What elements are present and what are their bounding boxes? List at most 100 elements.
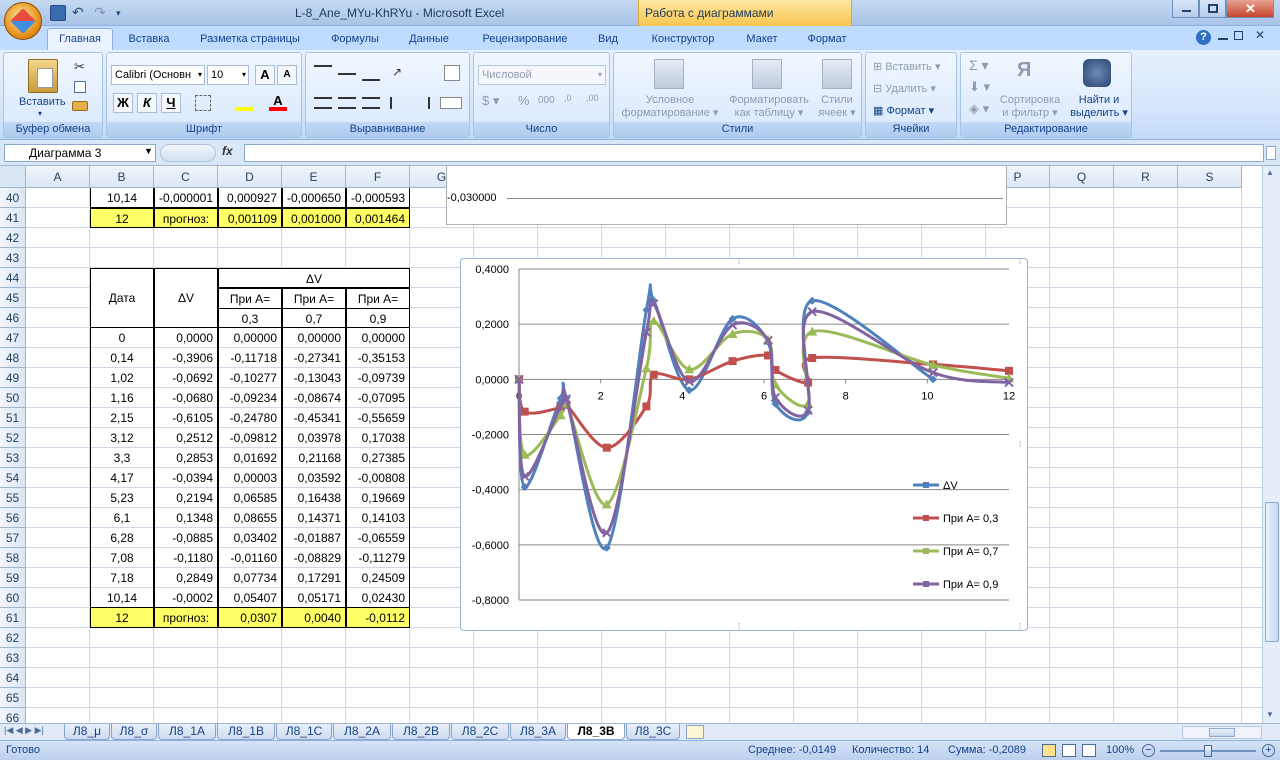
row-header[interactable]: 41 [0,208,26,228]
table-cell[interactable]: 0,05171 [282,588,346,608]
table-cell[interactable]: 4,17 [90,468,154,488]
row-header[interactable]: 52 [0,428,26,448]
sheet-tab[interactable]: Л8_2А [333,724,391,740]
table-cell[interactable]: -0,06559 [346,528,410,548]
row-header[interactable]: 59 [0,568,26,588]
table-cell[interactable]: 0,0000 [154,328,218,348]
table-header-a-value[interactable]: 0,9 [346,308,410,328]
align-right-icon[interactable] [362,97,380,109]
table-cell[interactable]: 0,2849 [154,568,218,588]
resize-handle[interactable]: ⁞ [1019,440,1021,449]
align-top-icon[interactable] [314,65,332,81]
decrease-indent-icon[interactable] [390,97,408,109]
legend-label[interactable]: При А= 0,3 [943,513,998,525]
table-cell[interactable]: 0,00000 [346,328,410,348]
font-name-select[interactable]: Calibri (Основн ▾ [111,65,205,85]
number-format-select[interactable]: Числовой ▾ [478,65,606,85]
table-cell[interactable]: 0,00000 [282,328,346,348]
chart-main[interactable]: 0,4000 0,2000 0,0000 -0,2000 -0,4000 -0,6000 -… [459,257,1028,631]
name-box-dropdown-icon[interactable]: ▼ [144,146,153,156]
table-cell[interactable]: 0,19669 [346,488,410,508]
table-cell[interactable]: -0,0692 [154,368,218,388]
row-header[interactable]: 64 [0,668,26,688]
sheet-tab[interactable]: Л8_2С [451,724,509,740]
table-cell[interactable]: 7,18 [90,568,154,588]
insert-cells-button[interactable]: ⊞ Вставить ▾ [872,59,942,74]
table-cell[interactable]: 0,01692 [218,448,282,468]
tab-layout[interactable]: Макет [734,31,790,50]
tab-page-layout[interactable]: Разметка страницы [190,31,310,50]
table-cell[interactable]: -0,09812 [218,428,282,448]
table-cell[interactable]: 0,14 [90,348,154,368]
currency-icon[interactable]: $ ▾ [482,93,499,109]
cell[interactable]: 12 [90,208,154,228]
table-cell[interactable]: 0,21168 [282,448,346,468]
delete-cells-button[interactable]: ⊟ Удалить ▾ [872,81,937,96]
table-cell[interactable]: 0,08655 [218,508,282,528]
row-header[interactable]: 62 [0,628,26,648]
minimize-button[interactable] [1172,0,1199,18]
table-cell[interactable]: -0,09234 [218,388,282,408]
formula-input[interactable] [244,144,1264,162]
table-cell[interactable]: -0,11718 [218,348,282,368]
table-cell[interactable]: -0,27341 [282,348,346,368]
autosum-icon[interactable]: Σ ▾ [969,57,989,74]
table-cell[interactable]: -0,55659 [346,408,410,428]
align-bottom-icon[interactable] [362,65,380,81]
horizontal-scrollbar[interactable] [1182,726,1262,739]
align-center-icon[interactable] [338,97,356,109]
table-cell[interactable]: 6,1 [90,508,154,528]
table-cell[interactable]: 10,14 [90,588,154,608]
sort-filter-icon[interactable]: Я [1017,59,1045,89]
cell[interactable]: 0,001000 [282,208,346,228]
redo-icon[interactable]: ↷ [94,5,110,21]
select-all-corner[interactable] [0,166,26,188]
table-cell[interactable]: 0,2853 [154,448,218,468]
row-header[interactable]: 51 [0,408,26,428]
font-size-select[interactable]: 10 ▾ [207,65,249,85]
row-header[interactable]: 57 [0,528,26,548]
percent-icon[interactable]: % [518,93,530,108]
format-cells-button[interactable]: ▦ Формат ▾ [872,103,935,118]
scroll-down-icon[interactable]: ▼ [1266,710,1274,719]
undo-icon[interactable]: ↶ [72,5,88,21]
help-icon[interactable]: ? [1196,30,1211,45]
sheet-tab[interactable]: Л8_2В [392,724,450,740]
row-header[interactable]: 40 [0,188,26,208]
column-header[interactable]: R [1114,166,1178,188]
scroll-thumb[interactable] [1265,502,1279,642]
page-break-view-icon[interactable] [1082,744,1096,757]
column-header[interactable]: Q [1050,166,1114,188]
save-icon[interactable] [50,5,66,21]
row-header[interactable]: 45 [0,288,26,308]
cell-styles-button[interactable]: Стили ячеек ▾ [814,93,860,121]
resize-handle[interactable]: ⁞ [1019,622,1021,631]
table-cell[interactable]: -0,13043 [282,368,346,388]
table-cell[interactable]: -0,24780 [218,408,282,428]
table-cell[interactable]: 6,28 [90,528,154,548]
paste-icon[interactable] [28,59,58,93]
close-window-button[interactable]: ✕ [1226,0,1274,18]
table-cell[interactable]: -0,3906 [154,348,218,368]
table-cell[interactable]: 0,03978 [282,428,346,448]
table-cell[interactable]: -0,45341 [282,408,346,428]
table-cell[interactable]: 0,03592 [282,468,346,488]
resize-handle[interactable]: ⁞ [738,257,740,266]
table-cell[interactable]: -0,00808 [346,468,410,488]
tab-design[interactable]: Конструктор [642,31,724,50]
row-header[interactable]: 54 [0,468,26,488]
table-cell[interactable]: 0,16438 [282,488,346,508]
increase-decimal-icon[interactable]: ,0 [564,93,572,103]
table-cell[interactable]: 7,08 [90,548,154,568]
table-cell[interactable]: -0,08674 [282,388,346,408]
table-cell[interactable]: 0,24509 [346,568,410,588]
table-header-pri-a[interactable]: При А= [282,288,346,308]
ribbon-close-icon[interactable]: ✕ [1255,28,1265,42]
cell[interactable]: -0,000650 [282,188,346,208]
bold-button[interactable]: Ж [113,93,133,113]
tab-review[interactable]: Рецензирование [472,31,578,50]
tab-data[interactable]: Данные [398,31,460,50]
tab-view[interactable]: Вид [588,31,628,50]
sheet-tab[interactable]: Л8_1С [276,724,332,740]
chart-plot-svg[interactable]: 0,4000 0,2000 0,0000 -0,2000 -0,4000 -0,6000 -… [459,257,1027,631]
